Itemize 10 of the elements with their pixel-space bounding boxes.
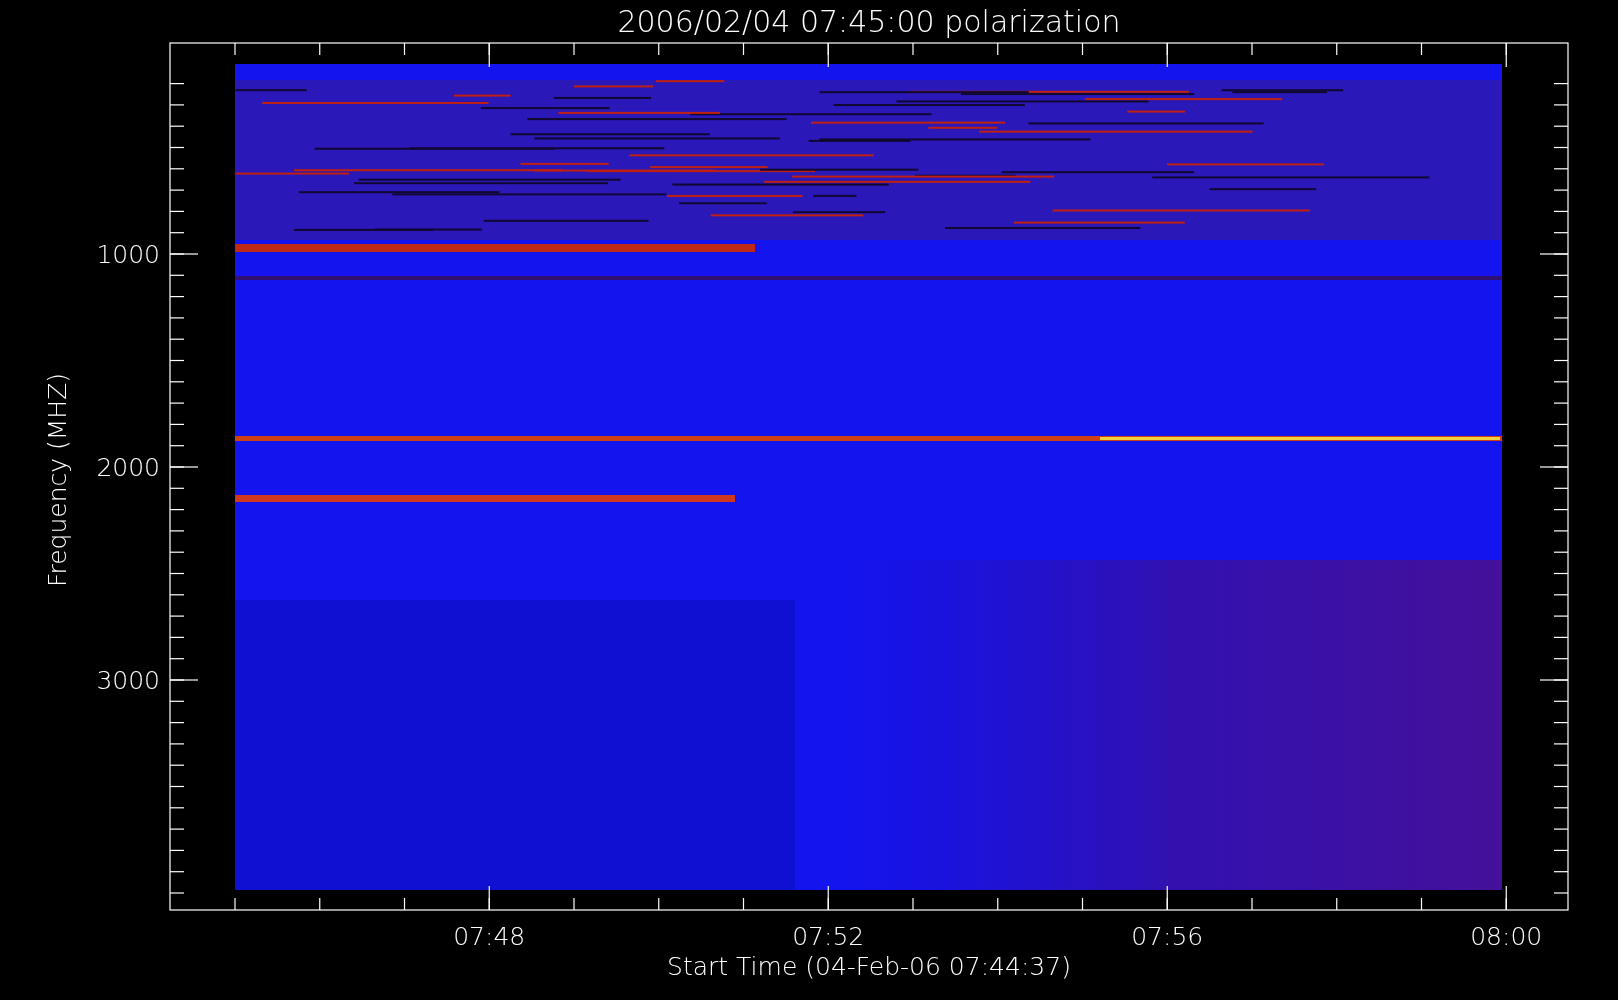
y-axis-label: Frequency (MHZ) <box>43 372 72 588</box>
x-tick-label: 07:52 <box>792 922 865 951</box>
y-tick-label: 3000 <box>96 666 160 695</box>
x-tick-label: 08:00 <box>1470 922 1543 951</box>
y-tick-label: 1000 <box>96 240 160 269</box>
x-axis-label: Start Time (04-Feb-06 07:44:37) <box>667 952 1071 981</box>
chart-title: 2006/02/04 07:45:00 polarization <box>617 4 1121 39</box>
y-tick-label: 2000 <box>96 453 160 482</box>
x-tick-label: 07:56 <box>1131 922 1204 951</box>
x-tick-label: 07:48 <box>453 922 526 951</box>
